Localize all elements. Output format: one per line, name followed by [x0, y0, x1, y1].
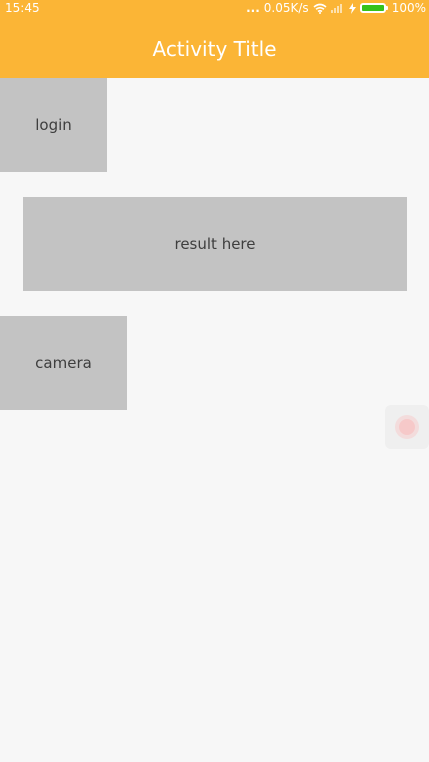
status-bar: 15:45 ... 0.05K/s 100%: [0, 0, 429, 16]
battery-percent: 100%: [391, 1, 426, 15]
status-time: 15:45: [5, 1, 40, 15]
page-title: Activity Title: [152, 37, 277, 61]
charging-bolt-icon: [348, 0, 356, 16]
status-right-group: ... 0.05K/s 100%: [246, 0, 426, 16]
battery-body: [359, 3, 386, 13]
signal-icon: [330, 0, 345, 16]
network-speed: 0.05K/s: [263, 1, 309, 15]
app-bar: 15:45 ... 0.05K/s 100% Activity Title: [0, 0, 429, 78]
battery-tip: [385, 6, 388, 10]
battery-fill: [361, 5, 384, 11]
record-dot-icon: [399, 419, 415, 435]
app-screen: 15:45 ... 0.05K/s 100% Activity Title lo…: [0, 0, 429, 762]
login-button[interactable]: login: [0, 78, 107, 172]
wifi-icon: [313, 0, 327, 16]
battery-icon: [359, 0, 388, 16]
status-dots: ...: [246, 1, 260, 15]
result-text: result here: [23, 197, 407, 291]
floating-record-icon[interactable]: [385, 405, 429, 449]
camera-button[interactable]: camera: [0, 316, 127, 410]
